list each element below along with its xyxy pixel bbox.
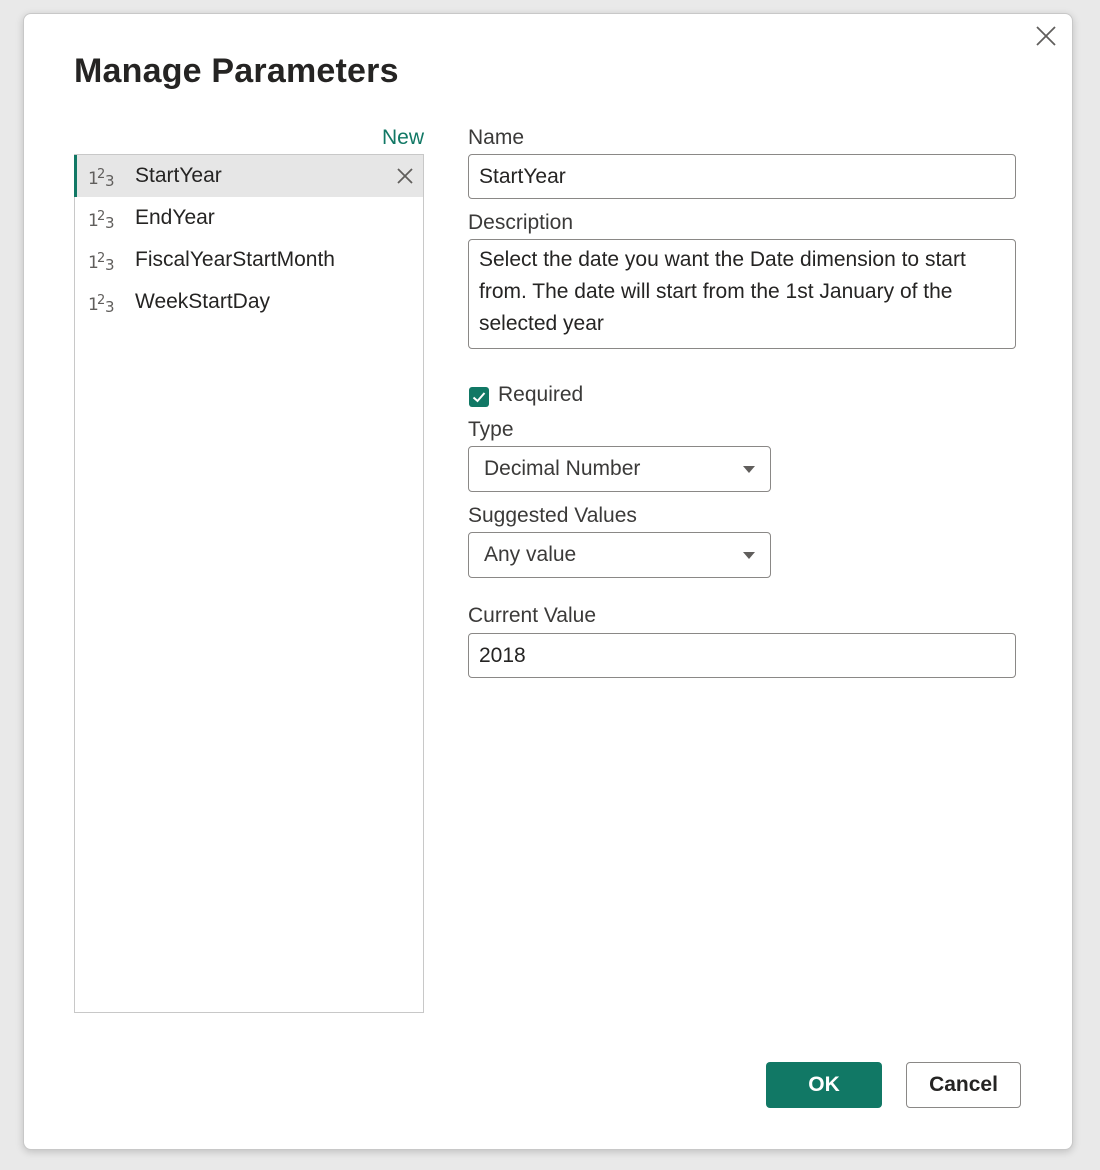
suggested-values-dropdown-value: Any value: [484, 543, 577, 566]
required-checkbox[interactable]: [469, 387, 489, 407]
name-label: Name: [468, 126, 525, 149]
parameter-label: WeekStartDay: [135, 290, 270, 313]
delete-parameter-icon[interactable]: [395, 166, 415, 186]
type-label: Type: [468, 418, 514, 441]
svg-text:3: 3: [105, 214, 115, 230]
close-icon[interactable]: [1032, 22, 1060, 50]
number-type-icon: 1 2 3: [87, 290, 117, 316]
new-parameter-link[interactable]: New: [382, 126, 424, 150]
type-dropdown[interactable]: Decimal Number: [468, 446, 771, 492]
checkmark-icon: [472, 392, 486, 403]
number-type-icon: 1 2 3: [87, 248, 117, 274]
number-type-icon: 1 2 3: [87, 164, 117, 190]
required-label: Required: [498, 383, 584, 406]
chevron-down-icon: [743, 552, 755, 559]
suggested-values-label: Suggested Values: [468, 504, 637, 527]
manage-parameters-dialog: Manage Parameters New 1 2 3 StartYear 1 …: [23, 13, 1073, 1150]
parameter-item-fiscalyearstartmonth[interactable]: 1 2 3 FiscalYearStartMonth: [75, 239, 423, 281]
suggested-values-dropdown[interactable]: Any value: [468, 532, 771, 578]
description-label: Description: [468, 211, 574, 234]
parameter-item-endyear[interactable]: 1 2 3 EndYear: [75, 197, 423, 239]
parameter-item-startyear[interactable]: 1 2 3 StartYear: [74, 155, 423, 197]
svg-text:3: 3: [105, 172, 115, 188]
chevron-down-icon: [743, 466, 755, 473]
current-value-label: Current Value: [468, 604, 597, 627]
parameter-list: 1 2 3 StartYear 1 2 3 EndYear 1 2 3 Fisc…: [74, 154, 424, 1013]
parameter-label: FiscalYearStartMonth: [135, 248, 335, 271]
cancel-button[interactable]: Cancel: [906, 1062, 1021, 1108]
description-input[interactable]: Select the date you want the Date dimens…: [468, 239, 1016, 349]
number-type-icon: 1 2 3: [87, 206, 117, 232]
ok-button[interactable]: OK: [766, 1062, 882, 1108]
parameter-item-weekstartday[interactable]: 1 2 3 WeekStartDay: [75, 281, 423, 323]
name-input[interactable]: [468, 154, 1016, 199]
current-value-input[interactable]: [468, 633, 1016, 678]
type-dropdown-value: Decimal Number: [484, 457, 641, 480]
svg-text:3: 3: [105, 256, 115, 272]
parameter-label: StartYear: [135, 164, 222, 187]
parameter-label: EndYear: [135, 206, 215, 229]
dialog-title: Manage Parameters: [74, 52, 399, 90]
svg-text:3: 3: [105, 298, 115, 314]
